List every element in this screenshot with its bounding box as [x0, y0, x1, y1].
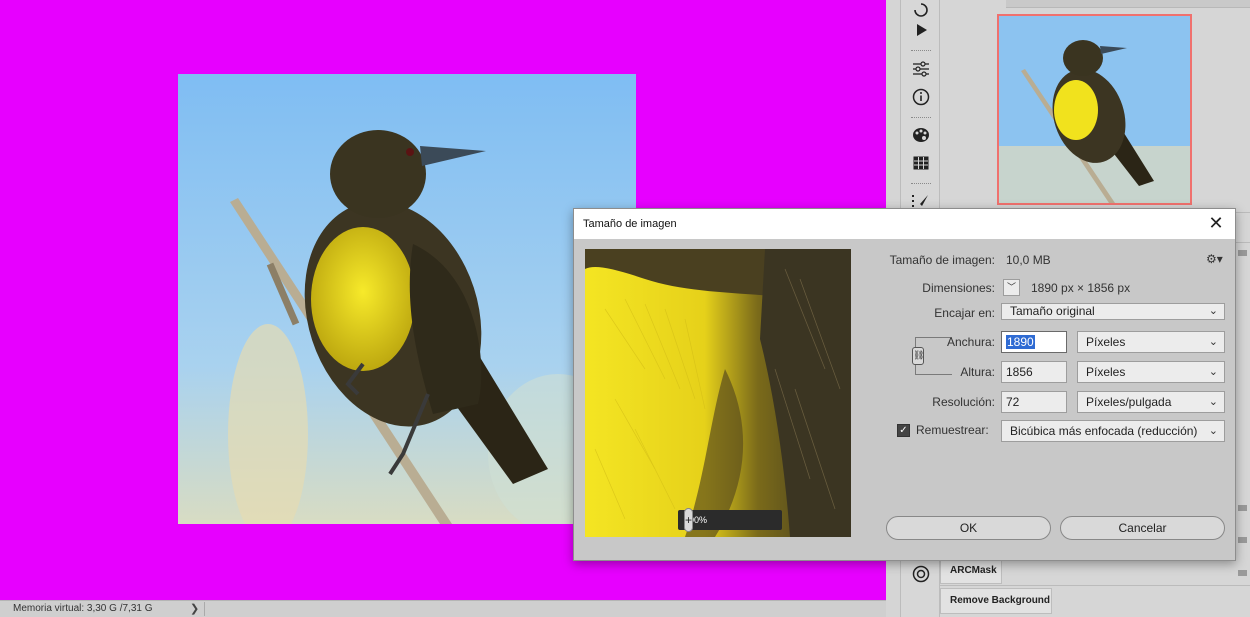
- panel-collapse-grip[interactable]: [1238, 537, 1247, 543]
- zoom-in-button[interactable]: +: [684, 508, 694, 532]
- history-icon[interactable]: [911, 0, 931, 20]
- memory-status: Memoria virtual: 3,30 G /7,31 G: [13, 603, 153, 614]
- resample-method-select[interactable]: Bicúbica más enfocada (reducción) ⌄: [1001, 420, 1225, 442]
- resolution-label: Resolución:: [932, 395, 995, 409]
- fit-to-label: Encajar en:: [934, 306, 995, 320]
- image-size-dialog: Tamaño de imagen ✕ 100% + Tamaño de imag…: [573, 208, 1236, 561]
- width-input[interactable]: 1890: [1001, 331, 1067, 353]
- status-menu-icon[interactable]: ❯: [190, 601, 199, 617]
- info-icon[interactable]: [911, 87, 931, 107]
- gear-icon[interactable]: ⚙▾: [1206, 252, 1223, 266]
- status-divider: [204, 602, 205, 616]
- height-label: Altura:: [960, 365, 995, 379]
- width-label: Anchura:: [946, 335, 995, 349]
- resolution-unit-value: Píxeles/pulgada: [1086, 395, 1172, 409]
- bird-photo-illustration: [178, 74, 636, 524]
- fit-to-value: Tamaño original: [1010, 304, 1095, 318]
- preview-zoom-control: − 100% +: [678, 508, 782, 532]
- resolution-unit-select[interactable]: Píxeles/pulgada ⌄: [1077, 391, 1225, 413]
- preview-feathers-image: [585, 249, 851, 537]
- aperture-icon[interactable]: [911, 564, 931, 584]
- chevron-down-icon: ⌄: [1208, 396, 1218, 408]
- dialog-titlebar[interactable]: Tamaño de imagen ✕: [574, 209, 1235, 239]
- panel-header-tab[interactable]: [1006, 0, 1250, 8]
- resolution-value: 72: [1006, 395, 1020, 409]
- height-unit-value: Píxeles: [1086, 365, 1126, 379]
- navigator-thumbnail[interactable]: [997, 14, 1192, 205]
- ok-button[interactable]: OK: [886, 516, 1051, 540]
- panel-grip[interactable]: [911, 50, 931, 53]
- chevron-down-icon: ⌄: [1208, 305, 1218, 317]
- image-size-value: 10,0 MB: [1006, 253, 1051, 267]
- panel-collapse-grip[interactable]: [1238, 505, 1247, 511]
- dialog-title: Tamaño de imagen: [583, 218, 677, 230]
- panel-collapse-grip[interactable]: [1238, 570, 1247, 576]
- width-unit-select[interactable]: Píxeles ⌄: [1077, 331, 1225, 353]
- image-size-label: Tamaño de imagen:: [889, 253, 995, 267]
- navigator-thumbnail-image: [999, 16, 1190, 203]
- link-icon[interactable]: ⛓: [912, 347, 924, 365]
- resolution-input[interactable]: 72: [1001, 391, 1067, 413]
- panel-grip[interactable]: [911, 183, 931, 186]
- resample-label: Remuestrear:: [916, 423, 989, 437]
- dimensions-label: Dimensiones:: [922, 281, 995, 295]
- close-icon[interactable]: ✕: [1207, 214, 1225, 233]
- height-input[interactable]: 1856: [1001, 361, 1067, 383]
- dimensions-value: 1890 px × 1856 px: [1031, 281, 1131, 295]
- image-preview[interactable]: − 100% +: [585, 249, 851, 537]
- chevron-down-icon[interactable]: ﹀: [1003, 279, 1020, 296]
- chevron-down-icon: ⌄: [1208, 425, 1218, 437]
- fit-to-select[interactable]: Tamaño original ⌄: [1001, 303, 1225, 320]
- color-palette-icon[interactable]: [911, 125, 931, 145]
- panel-collapse-grip[interactable]: [1238, 250, 1247, 256]
- adjustments-icon[interactable]: [911, 59, 931, 79]
- height-value: 1856: [1006, 365, 1033, 379]
- height-unit-select[interactable]: Píxeles ⌄: [1077, 361, 1225, 383]
- panel-divider: [940, 585, 1250, 586]
- grid-icon[interactable]: [911, 153, 931, 173]
- tab-remove-background[interactable]: Remove Background: [940, 588, 1052, 614]
- resample-method-value: Bicúbica más enfocada (reducción): [1010, 424, 1198, 438]
- tab-arcmask[interactable]: ARCMask: [940, 558, 1002, 584]
- resample-checkbox[interactable]: ✓: [897, 424, 910, 437]
- chevron-down-icon: ⌄: [1208, 366, 1218, 378]
- cancel-button[interactable]: Cancelar: [1060, 516, 1225, 540]
- width-value: 1890: [1006, 335, 1035, 349]
- panel-grip[interactable]: [911, 117, 931, 120]
- width-unit-value: Píxeles: [1086, 335, 1126, 349]
- status-bar: Memoria virtual: 3,30 G /7,31 G ❯: [0, 600, 886, 617]
- chevron-down-icon: ⌄: [1208, 336, 1218, 348]
- bird-photo[interactable]: [178, 74, 636, 524]
- play-icon[interactable]: [911, 20, 931, 40]
